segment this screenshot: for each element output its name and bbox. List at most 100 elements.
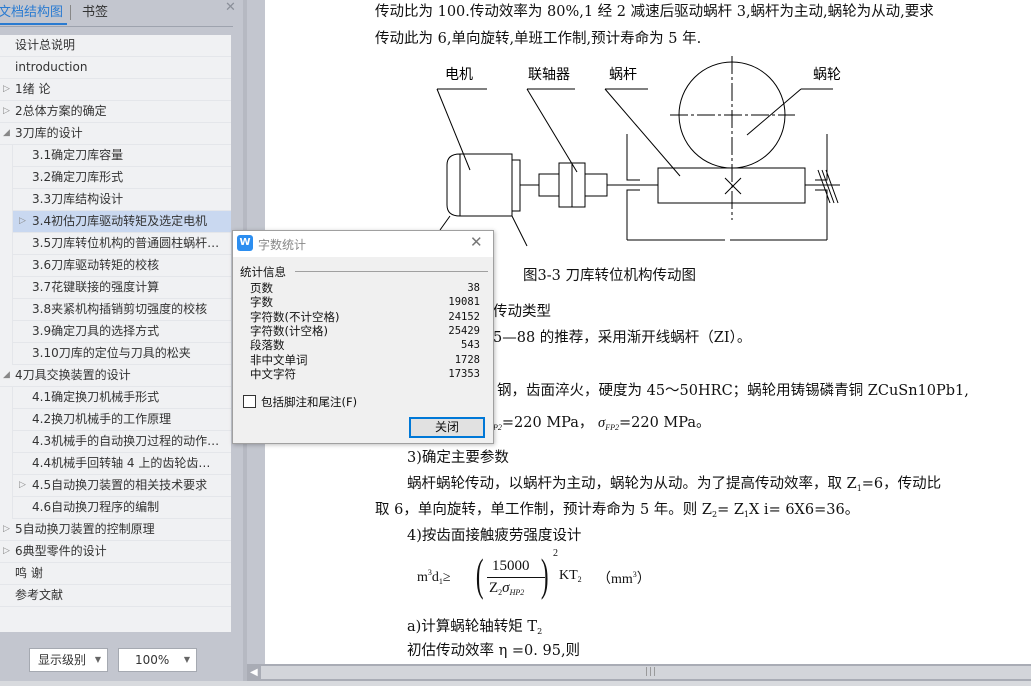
nav-tree-item-label: 3.6刀库驱动转矩的校核 [32,258,160,272]
nav-tree-item-label: 4刀具交换装置的设计 [15,368,131,382]
document-map-pane: 文档结构图 书签 ✕ 设计总说明 introduction ▷ 1绪 论 ▷ 2总体方案的… [0,0,247,686]
close-icon[interactable]: ✕ [470,233,483,251]
nav-tree-item-label: 3.1确定刀库容量 [32,148,124,162]
figure-caption: 图3-3 刀库转位机构传动图 [523,268,696,284]
expand-arrow-icon[interactable]: ▷ [19,211,26,232]
nav-tree-item[interactable]: 4.2换刀机械手的工作原理 [12,409,231,431]
nav-tree-item-label: 设计总说明 [15,38,76,52]
formula-paren-right: ) [540,549,549,600]
wps-app-icon: W [237,235,253,251]
doc-para-a: a)计算蜗轮轴转矩 T2 [407,619,543,636]
nav-tree-item[interactable]: ▷ 1绪 论 [0,79,231,101]
tab-bookmarks[interactable]: 书签 [82,3,108,25]
include-footnotes-label[interactable]: 包括脚注和尾注(F) [261,394,357,410]
nav-tree-item[interactable]: ▷ 3.4初估刀库驱动转矩及选定电机 [12,211,231,233]
stats-group-label: 统计信息 [240,265,286,279]
nav-tree-item-label: 4.1确定换刀机械手形式 [32,390,160,404]
stress-sub-a: P2 [493,423,502,432]
nav-bottom-controls: 显示级别 ▼ 100% ▼ [0,648,231,674]
nav-tree-item[interactable]: 3.6刀库驱动转矩的校核 [12,255,231,277]
doc-para-recommend: 5—88 的推荐，采用渐开线蜗杆（ZI）。 [493,330,752,346]
nav-tree-item[interactable]: ◢ 3刀库的设计 [0,123,231,145]
nav-tree-item[interactable]: 设计总说明 [0,35,231,57]
group-divider [295,271,488,272]
label-motor: 电机 [445,67,473,83]
collapse-arrow-icon[interactable]: ◢ [3,123,10,144]
nav-tree-item[interactable]: ▷ 6典型零件的设计 [0,541,231,563]
nav-tree-item-label: 4.6自动换刀程序的编制 [32,500,160,514]
nav-tree-item[interactable]: 3.8夹紧机构插销剪切强度的校核 [12,299,231,321]
expand-arrow-icon[interactable]: ▷ [3,79,10,100]
expand-arrow-icon[interactable]: ▷ [3,541,10,562]
nav-tabs: 文档结构图 书签 [0,0,233,27]
nav-tree-item-label: introduction [15,60,88,74]
formula-rhs: KT2 [559,568,582,584]
nav-tree-item[interactable]: 4.4机械手回转轴 4 上的齿轮齿条 ... [12,453,231,475]
document-map-tree: 设计总说明 introduction ▷ 1绪 论 ▷ 2总体方案的确定 ◢ 3刀库的设计 3.… [0,35,231,632]
nav-tree-item-label: 3.4初估刀库驱动转矩及选定电机 [32,214,208,228]
nav-tree-item[interactable]: 3.3刀库结构设计 [12,189,231,211]
formula-numerator: 15000 [492,558,530,574]
nav-tree-item[interactable]: 4.1确定换刀机械手形式 [12,387,231,409]
zoom-dropdown[interactable]: 100% ▼ [118,648,197,672]
coupling-right [584,173,608,197]
grip-icon: ||| [645,667,658,677]
collapse-arrow-icon[interactable]: ◢ [3,365,10,386]
stat-value: 17353 [448,367,480,380]
stat-label: 字符数(不计空格) [250,309,340,324]
stat-row: 页数 38 [250,281,480,295]
include-footnotes-checkbox[interactable] [243,395,256,408]
expand-arrow-icon[interactable]: ▷ [19,475,26,496]
nav-tree-item[interactable]: 3.5刀库转位机构的普通圆柱蜗杆 ... [12,233,231,255]
nav-tree-item[interactable]: 参考文献 [0,585,231,607]
stat-value: 19081 [448,296,480,309]
stat-value: 543 [461,339,480,352]
zoom-value: 100% [135,653,170,667]
stat-row: 字数 19081 [250,295,480,309]
nav-tree-item[interactable]: ▷ 5自动换刀装置的控制原理 [0,519,231,541]
nav-tree-item-label: 3.10刀库的定位与刀具的松夹 [32,346,191,360]
formula-lhs: m3d1≥ [417,568,451,586]
nav-tree-item[interactable]: ▷ 4.5自动换刀装置的相关技术要求 [12,475,231,497]
nav-tree-item-label: 3.9确定刀具的选择方式 [32,324,160,338]
stat-row: 字符数(不计空格) 24152 [250,310,480,324]
status-bar [0,681,1031,686]
close-button[interactable]: 关闭 [409,417,485,438]
doc-para-type: 传动类型 [493,304,551,320]
doc-para-b: 初估传动效率 η =0. 95,则 [407,643,581,659]
nav-tree-item[interactable]: ◢ 4刀具交换装置的设计 [0,365,231,387]
nav-tree-item[interactable]: 3.2确定刀库形式 [12,167,231,189]
coupling-leader [526,88,578,173]
formula-denominator: Z2σHP2 [489,580,525,597]
nav-tree-item[interactable]: 鸣 谢 [0,563,231,585]
expand-arrow-icon[interactable]: ▷ [3,101,10,122]
nav-tree-item[interactable]: ▷ 2总体方案的确定 [0,101,231,123]
scrollbar-thumb[interactable]: ||| [261,666,1031,679]
stat-label: 页数 [250,281,273,295]
close-icon[interactable]: ✕ [225,0,236,15]
tab-document-map[interactable]: 文档结构图 [0,3,68,25]
nav-tree-item[interactable]: 4.6自动换刀程序的编制 [12,497,231,519]
nav-tree-item[interactable]: introduction [0,57,231,79]
nav-tree-item-label: 3刀库的设计 [15,126,83,140]
nav-tree-item[interactable]: 4.3机械手的自动换刀过程的动作 ... [12,431,231,453]
scroll-left-icon[interactable]: ◀ [250,665,260,680]
doc-para-stress: P2=220 MPa， σFP2=220 MPa。 [493,411,711,432]
nav-tree-item[interactable]: 3.9确定刀具的选择方式 [12,321,231,343]
coupling-left [538,173,560,197]
expand-arrow-icon[interactable]: ▷ [3,519,10,540]
nav-tree-item-label: 3.3刀库结构设计 [32,192,124,206]
stat-value: 1728 [454,353,480,366]
stat-value: 38 [467,282,480,294]
label-worm: 蜗杆 [609,67,637,83]
nav-tree-item[interactable]: 3.10刀库的定位与刀具的松夹 [12,343,231,365]
display-level-dropdown[interactable]: 显示级别 ▼ [29,648,108,672]
nav-tree-item[interactable]: 3.7花键联接的强度计算 [12,277,231,299]
nav-tree-item-label: 鸣 谢 [15,566,43,580]
doc-line-1: 传动比为 100.传动效率为 80%,1 经 2 减速后驱动蜗杆 3,蜗杆为主动… [375,4,934,20]
horizontal-scrollbar[interactable]: ◀ ||| [247,664,1031,681]
display-level-label: 显示级别 [38,653,87,667]
formula-exponent: 2 [553,548,558,559]
nav-tree-item[interactable]: 3.1确定刀库容量 [12,145,231,167]
dialog-titlebar[interactable]: W 字数统计 ✕ [233,231,493,257]
